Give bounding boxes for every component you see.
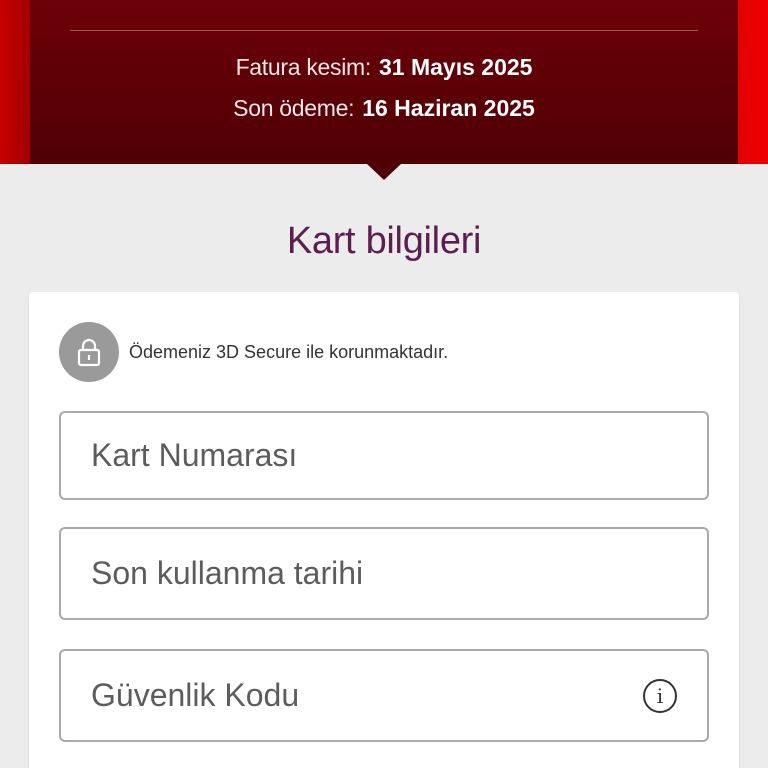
header-divider: [70, 30, 698, 31]
secure-notice-text: Ödemeniz 3D Secure ile korunmaktadır.: [129, 341, 449, 362]
bill-cut-date: 31 Mayıs 2025: [378, 54, 533, 80]
card-number-input[interactable]: Kart Numarası: [59, 411, 709, 500]
expiry-date-input[interactable]: Son kullanma tarihi: [59, 527, 709, 620]
header-accent-right: [738, 0, 768, 164]
lock-icon: [59, 322, 119, 382]
bill-due-label: Son ödeme:: [233, 95, 355, 121]
info-icon[interactable]: i: [643, 678, 677, 713]
header-pointer: [366, 163, 402, 180]
bill-cut-row: Fatura kesim: 31 Mayıs 2025: [30, 54, 738, 81]
security-code-placeholder: Güvenlik Kodu: [91, 677, 300, 713]
bill-due-row: Son ödeme: 16 Haziran 2025: [30, 95, 738, 122]
bill-cut-label: Fatura kesim:: [235, 54, 372, 80]
card-number-placeholder: Kart Numarası: [91, 437, 298, 473]
bill-summary-header: Fatura kesim: 31 Mayıs 2025 Son ödeme: 16 …: [30, 0, 738, 164]
page-title: Kart bilgileri: [286, 220, 482, 262]
header-accent-left: [0, 0, 30, 164]
secure-notice: Ödemeniz 3D Secure ile korunmaktadır.: [59, 322, 448, 382]
expiry-date-placeholder: Son kullanma tarihi: [91, 555, 364, 591]
security-code-input[interactable]: Güvenlik Kodu i: [59, 649, 709, 742]
bill-due-date: 16 Haziran 2025: [362, 95, 535, 121]
card-form: Ödemeniz 3D Secure ile korunmaktadır. Ka…: [29, 292, 739, 768]
